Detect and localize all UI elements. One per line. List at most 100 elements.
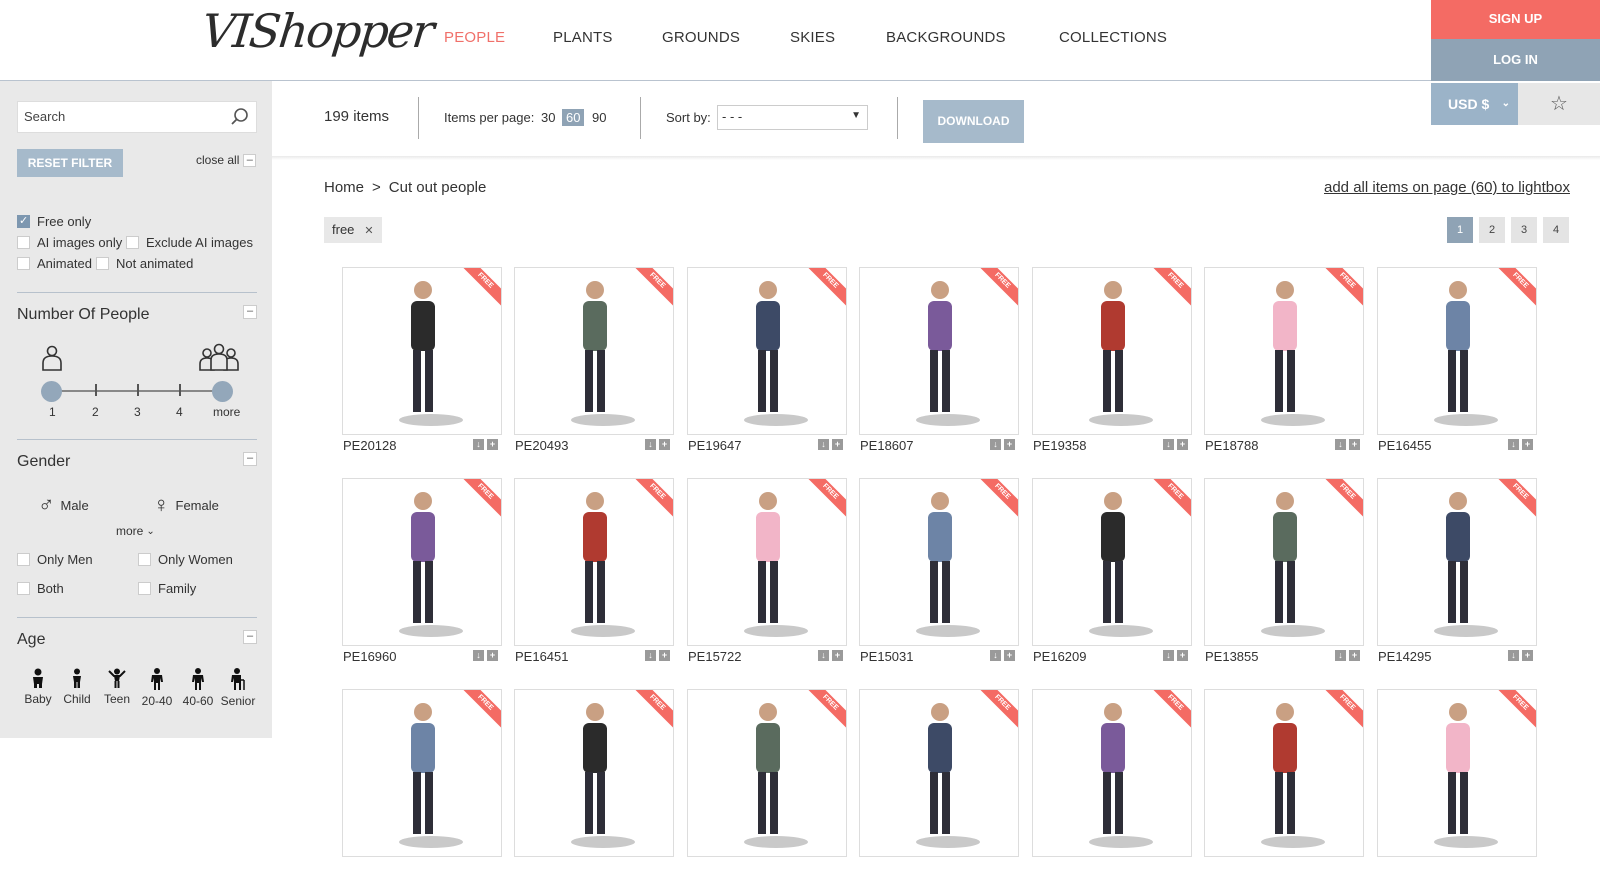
active-filter-tag[interactable]: free ✕ bbox=[324, 217, 382, 243]
collapse-minus-icon[interactable]: – bbox=[243, 630, 257, 644]
female-option[interactable]: ♀ Female bbox=[153, 492, 219, 518]
add-to-lightbox-icon[interactable]: + bbox=[1177, 650, 1188, 661]
add-to-lightbox-icon[interactable]: + bbox=[1349, 650, 1360, 661]
add-to-lightbox-icon[interactable]: + bbox=[1522, 439, 1533, 450]
product-thumbnail[interactable]: FREE bbox=[1204, 478, 1364, 646]
lightbox-button[interactable]: ☆ bbox=[1518, 83, 1600, 125]
download-icon[interactable]: ↓ bbox=[1163, 439, 1174, 450]
male-option[interactable]: ♂ Male bbox=[38, 492, 89, 518]
nav-plants[interactable]: PLANTS bbox=[553, 29, 613, 46]
product-card[interactable]: FREE bbox=[1377, 689, 1537, 879]
product-card[interactable]: FREE PE16451 ↓ + bbox=[514, 478, 674, 668]
product-thumbnail[interactable]: FREE bbox=[514, 267, 674, 435]
collapse-minus-icon[interactable]: – bbox=[243, 305, 257, 319]
page-4-button[interactable]: 4 bbox=[1543, 217, 1569, 243]
download-icon[interactable]: ↓ bbox=[1335, 650, 1346, 661]
search-icon[interactable] bbox=[230, 107, 250, 127]
exclude-ai-checkbox[interactable]: Exclude AI images bbox=[126, 235, 253, 250]
age-40-60-option[interactable]: 40-60 bbox=[177, 668, 219, 708]
download-icon[interactable]: ↓ bbox=[818, 439, 829, 450]
product-card[interactable]: FREE bbox=[687, 689, 847, 879]
download-icon[interactable]: ↓ bbox=[645, 650, 656, 661]
ai-only-checkbox[interactable]: AI images only bbox=[17, 235, 122, 250]
product-thumbnail[interactable]: FREE bbox=[1377, 478, 1537, 646]
product-thumbnail[interactable]: FREE bbox=[859, 267, 1019, 435]
page-2-button[interactable]: 2 bbox=[1479, 217, 1505, 243]
download-icon[interactable]: ↓ bbox=[473, 439, 484, 450]
age-child-option[interactable]: Child bbox=[56, 668, 98, 706]
log-in-button[interactable]: LOG IN bbox=[1431, 39, 1600, 81]
add-to-lightbox-icon[interactable]: + bbox=[1522, 650, 1533, 661]
product-card[interactable]: FREE bbox=[1204, 689, 1364, 879]
collapse-minus-icon[interactable]: – bbox=[243, 452, 257, 466]
animated-checkbox[interactable]: Animated bbox=[17, 256, 92, 271]
add-to-lightbox-icon[interactable]: + bbox=[832, 650, 843, 661]
product-card[interactable]: FREE bbox=[1032, 689, 1192, 879]
nav-collections[interactable]: COLLECTIONS bbox=[1059, 29, 1167, 46]
add-to-lightbox-icon[interactable]: + bbox=[659, 439, 670, 450]
product-card[interactable]: FREE PE13855 ↓ + bbox=[1204, 478, 1364, 668]
close-all-toggle[interactable]: close all – bbox=[196, 153, 257, 168]
product-card[interactable]: FREE PE18788 ↓ + bbox=[1204, 267, 1364, 457]
family-checkbox[interactable]: Family bbox=[138, 581, 196, 596]
breadcrumb-home[interactable]: Home bbox=[324, 179, 364, 196]
add-to-lightbox-icon[interactable]: + bbox=[659, 650, 670, 661]
product-thumbnail[interactable]: FREE bbox=[1032, 478, 1192, 646]
not-animated-checkbox[interactable]: Not animated bbox=[96, 256, 193, 271]
slider-min-handle[interactable] bbox=[41, 381, 62, 402]
download-icon[interactable]: ↓ bbox=[1508, 439, 1519, 450]
product-card[interactable]: FREE bbox=[342, 689, 502, 879]
search-input[interactable]: Search bbox=[17, 101, 257, 133]
add-to-lightbox-icon[interactable]: + bbox=[487, 650, 498, 661]
page-3-button[interactable]: 3 bbox=[1511, 217, 1537, 243]
only-men-checkbox[interactable]: Only Men bbox=[17, 552, 93, 567]
product-card[interactable]: FREE PE16209 ↓ + bbox=[1032, 478, 1192, 668]
ipp-option-30[interactable]: 30 bbox=[541, 110, 555, 125]
product-thumbnail[interactable]: FREE bbox=[1032, 267, 1192, 435]
product-thumbnail[interactable]: FREE bbox=[514, 689, 674, 857]
product-thumbnail[interactable]: FREE bbox=[1377, 689, 1537, 857]
product-card[interactable]: FREE PE15031 ↓ + bbox=[859, 478, 1019, 668]
nav-people[interactable]: PEOPLE bbox=[444, 29, 505, 46]
download-icon[interactable]: ↓ bbox=[645, 439, 656, 450]
age-20-40-option[interactable]: 20-40 bbox=[136, 668, 178, 708]
product-card[interactable]: FREE PE18607 ↓ + bbox=[859, 267, 1019, 457]
ipp-option-90[interactable]: 90 bbox=[592, 110, 606, 125]
add-to-lightbox-icon[interactable]: + bbox=[1004, 650, 1015, 661]
product-thumbnail[interactable]: FREE bbox=[859, 478, 1019, 646]
add-to-lightbox-icon[interactable]: + bbox=[1349, 439, 1360, 450]
add-to-lightbox-icon[interactable]: + bbox=[832, 439, 843, 450]
slider-max-handle[interactable] bbox=[212, 381, 233, 402]
product-card[interactable]: FREE bbox=[514, 689, 674, 879]
product-thumbnail[interactable]: FREE bbox=[342, 689, 502, 857]
page-1-button[interactable]: 1 bbox=[1447, 217, 1473, 243]
product-thumbnail[interactable]: FREE bbox=[1032, 689, 1192, 857]
product-card[interactable]: FREE PE20493 ↓ + bbox=[514, 267, 674, 457]
both-checkbox[interactable]: Both bbox=[17, 581, 64, 596]
product-thumbnail[interactable]: FREE bbox=[1377, 267, 1537, 435]
product-thumbnail[interactable]: FREE bbox=[687, 689, 847, 857]
download-icon[interactable]: ↓ bbox=[990, 650, 1001, 661]
add-all-to-lightbox-link[interactable]: add all items on page (60) to lightbox bbox=[1324, 179, 1570, 196]
product-thumbnail[interactable]: FREE bbox=[859, 689, 1019, 857]
product-card[interactable]: FREE PE16960 ↓ + bbox=[342, 478, 502, 668]
product-card[interactable]: FREE PE15722 ↓ + bbox=[687, 478, 847, 668]
product-thumbnail[interactable]: FREE bbox=[1204, 267, 1364, 435]
remove-tag-icon[interactable]: ✕ bbox=[364, 225, 373, 237]
download-icon[interactable]: ↓ bbox=[1335, 439, 1346, 450]
age-teen-option[interactable]: Teen bbox=[96, 668, 138, 706]
download-icon[interactable]: ↓ bbox=[818, 650, 829, 661]
only-women-checkbox[interactable]: Only Women bbox=[138, 552, 233, 567]
product-card[interactable]: FREE PE19358 ↓ + bbox=[1032, 267, 1192, 457]
download-icon[interactable]: ↓ bbox=[1508, 650, 1519, 661]
add-to-lightbox-icon[interactable]: + bbox=[487, 439, 498, 450]
download-icon[interactable]: ↓ bbox=[473, 650, 484, 661]
product-thumbnail[interactable]: FREE bbox=[1204, 689, 1364, 857]
gender-more-toggle[interactable]: more ⌄ bbox=[116, 524, 155, 538]
product-thumbnail[interactable]: FREE bbox=[342, 478, 502, 646]
sign-up-button[interactable]: SIGN UP bbox=[1431, 0, 1600, 39]
product-card[interactable]: FREE PE16455 ↓ + bbox=[1377, 267, 1537, 457]
sort-select[interactable]: - - - ▼ bbox=[717, 105, 868, 130]
download-icon[interactable]: ↓ bbox=[1163, 650, 1174, 661]
product-thumbnail[interactable]: FREE bbox=[514, 478, 674, 646]
